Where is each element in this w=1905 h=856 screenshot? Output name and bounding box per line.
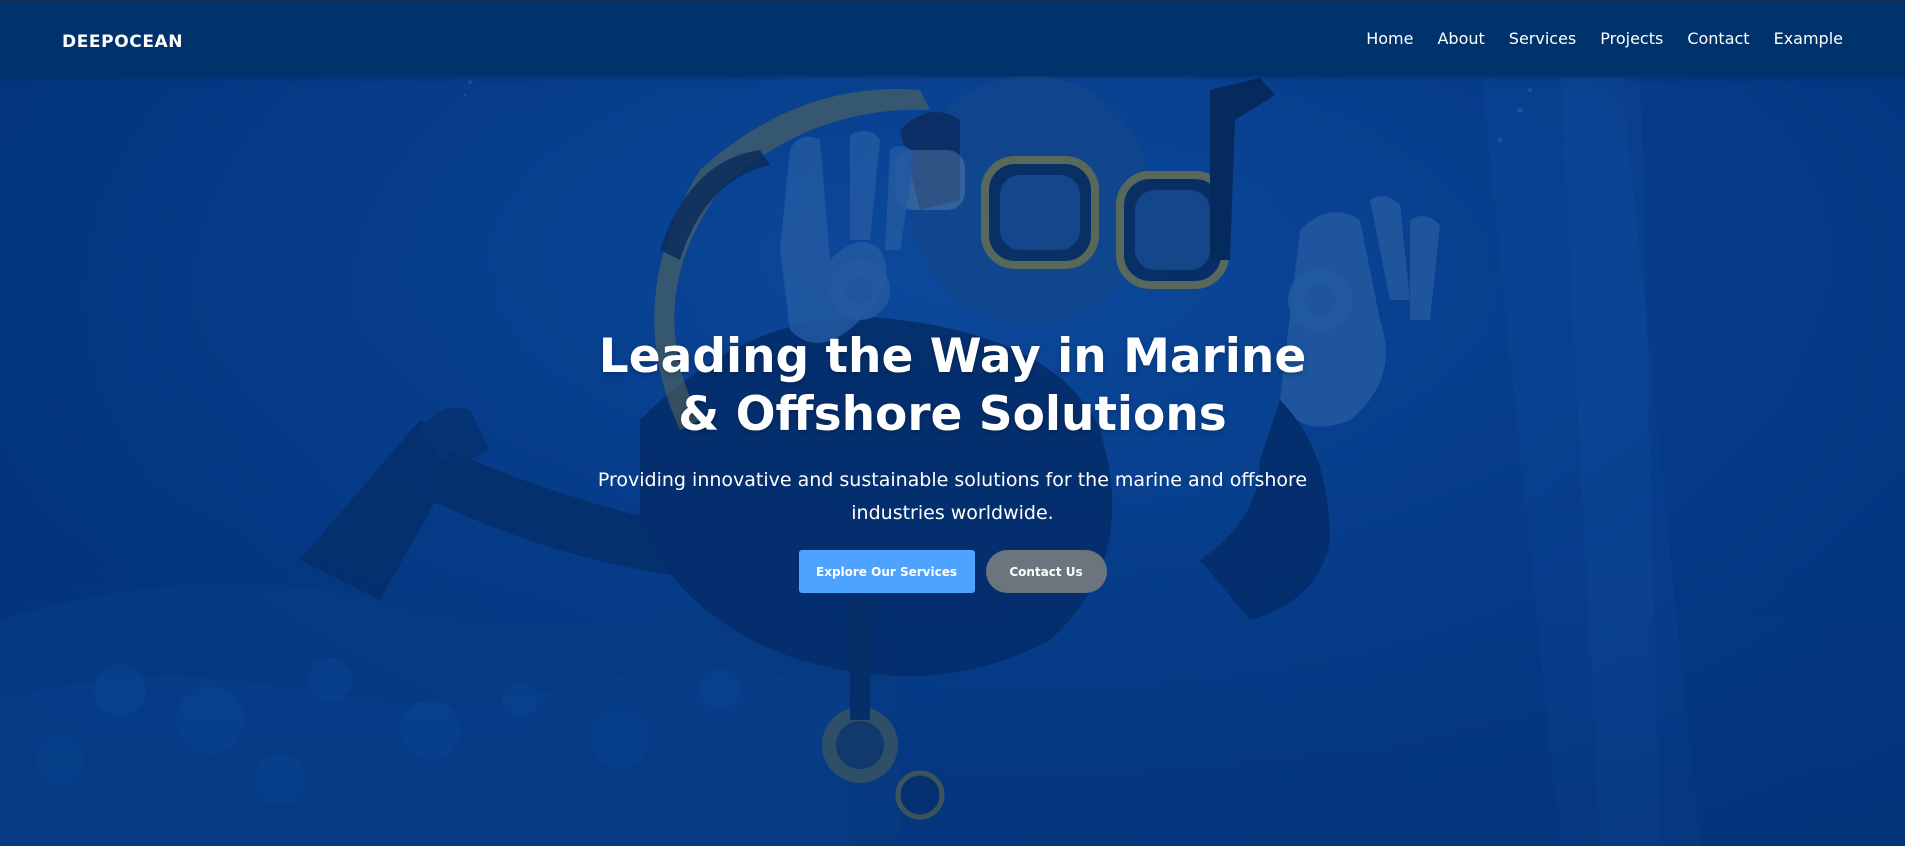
brand-logo[interactable]: DEEPOCEAN bbox=[62, 32, 183, 52]
nav-link-services[interactable]: Services bbox=[1509, 29, 1576, 48]
hero-content: Leading the Way in Marine & Offshore Sol… bbox=[0, 328, 1905, 593]
explore-services-button[interactable]: Explore Our Services bbox=[798, 550, 975, 593]
hero-button-group: Explore Our Services Contact Us bbox=[0, 550, 1905, 593]
nav-link-example[interactable]: Example bbox=[1774, 29, 1843, 48]
contact-us-button[interactable]: Contact Us bbox=[985, 550, 1107, 593]
nav-menu: Home About Services Projects Contact Exa… bbox=[1366, 29, 1843, 48]
hero-subtitle: Providing innovative and sustainable sol… bbox=[597, 469, 1308, 524]
nav-link-home[interactable]: Home bbox=[1366, 29, 1413, 48]
nav-link-about[interactable]: About bbox=[1437, 29, 1484, 48]
top-navbar: DEEPOCEAN Home About Services Projects C… bbox=[0, 0, 1905, 76]
hero-title: Leading the Way in Marine & Offshore Sol… bbox=[598, 329, 1307, 442]
nav-link-projects[interactable]: Projects bbox=[1600, 29, 1663, 48]
nav-link-contact[interactable]: Contact bbox=[1687, 29, 1749, 48]
